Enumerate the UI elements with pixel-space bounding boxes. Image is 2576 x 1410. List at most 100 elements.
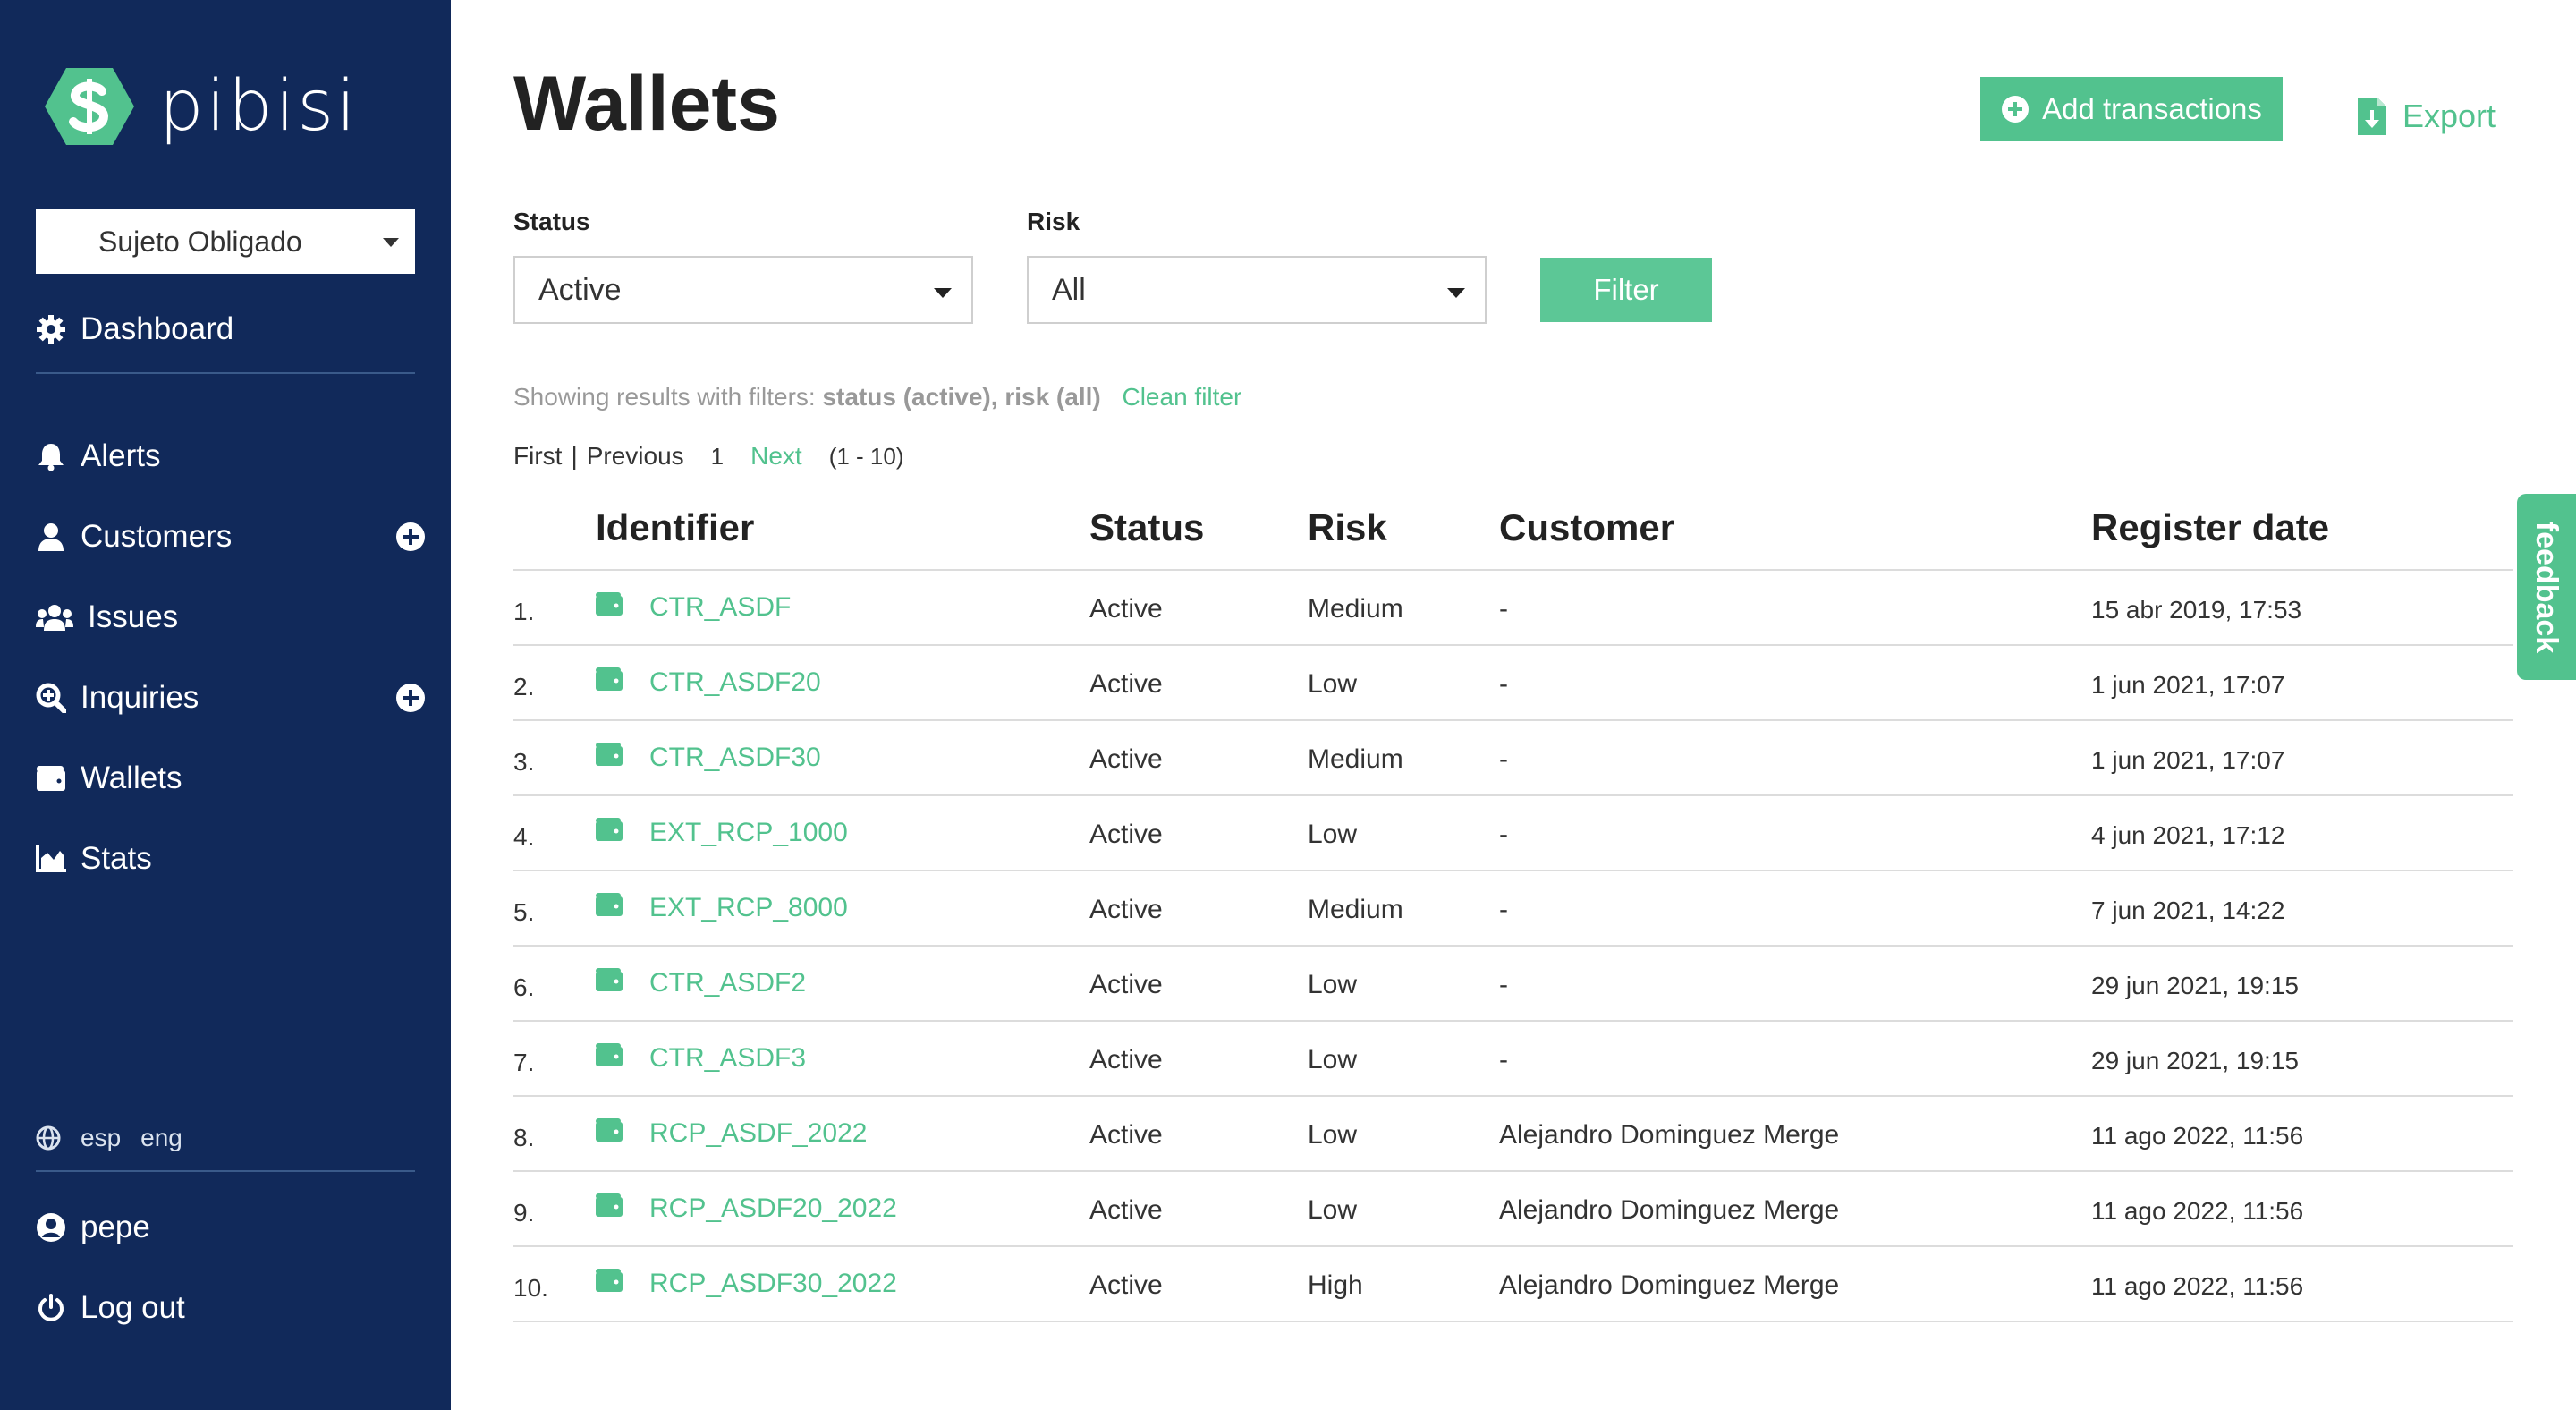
organization-select[interactable]: Sujeto Obligado bbox=[36, 209, 415, 274]
row-number: 4. bbox=[513, 823, 535, 851]
wallet-status: Active bbox=[1089, 1045, 1163, 1074]
chart-area-icon bbox=[36, 844, 66, 874]
pagination-next[interactable]: Next bbox=[750, 442, 802, 471]
table-row: 5. EXT_RCP_8000 Active Medium - 7 jun 2021, 1… bbox=[513, 871, 2513, 947]
sidebar-divider bbox=[36, 1170, 415, 1172]
wallet-customer: - bbox=[1499, 895, 1508, 924]
table-row: 9. RCP_ASDF20_2022 Active Low Alejandro Domi… bbox=[513, 1172, 2513, 1247]
sidebar-item-customers[interactable]: Customers bbox=[36, 510, 232, 564]
wallet-identifier: CTR_ASDF3 bbox=[649, 1043, 807, 1073]
wallet-risk: Medium bbox=[1308, 895, 1403, 924]
table-row: 10. RCP_ASDF30_2022 Active High Alejandro Do… bbox=[513, 1247, 2513, 1322]
status-filter-value: Active bbox=[538, 273, 622, 307]
sidebar-item-stats[interactable]: Stats bbox=[36, 832, 152, 886]
wallet-register-date: 1 jun 2021, 17:07 bbox=[2091, 746, 2285, 774]
add-inquiry-icon[interactable] bbox=[395, 683, 426, 713]
wallet-register-date: 11 ago 2022, 11:56 bbox=[2091, 1122, 2304, 1150]
wallet-icon bbox=[596, 818, 623, 848]
wallet-status: Active bbox=[1089, 669, 1163, 699]
wallet-icon bbox=[596, 1193, 623, 1224]
wallet-identifier-link[interactable]: RCP_ASDF30_2022 bbox=[596, 1269, 897, 1299]
sidebar-divider bbox=[36, 372, 415, 374]
sidebar-item-label: Wallets bbox=[80, 760, 182, 795]
user-name: pepe bbox=[80, 1210, 150, 1244]
wallet-icon bbox=[596, 743, 623, 773]
wallet-status: Active bbox=[1089, 895, 1163, 924]
sidebar-item-alerts[interactable]: Alerts bbox=[36, 429, 160, 483]
sidebar-item-dashboard[interactable]: Dashboard bbox=[36, 302, 233, 356]
pagination-first[interactable]: First bbox=[513, 442, 562, 471]
user-icon bbox=[36, 522, 66, 552]
sidebar-item-user[interactable]: pepe bbox=[36, 1201, 150, 1254]
language-eng[interactable]: eng bbox=[140, 1124, 182, 1152]
plus-circle-icon bbox=[2002, 96, 2029, 123]
wallet-customer: Alejandro Dominguez Merge bbox=[1499, 1120, 1840, 1150]
wallet-identifier: CTR_ASDF20 bbox=[649, 667, 821, 697]
status-filter-select[interactable]: Active bbox=[513, 256, 973, 324]
wallet-identifier-link[interactable]: CTR_ASDF2 bbox=[596, 968, 806, 998]
pagination-previous[interactable]: Previous bbox=[587, 442, 684, 471]
wallet-risk: Low bbox=[1308, 669, 1358, 699]
wallet-icon bbox=[596, 893, 623, 923]
sidebar: pibisi Sujeto Obligado Dashboard Alerts … bbox=[0, 0, 451, 1410]
sidebar-item-label: Customers bbox=[80, 519, 233, 554]
wallet-identifier: CTR_ASDF bbox=[649, 592, 792, 622]
sidebar-item-inquiries[interactable]: Inquiries bbox=[36, 671, 199, 725]
logout-label: Log out bbox=[80, 1290, 185, 1325]
wallet-customer: - bbox=[1499, 594, 1508, 624]
sidebar-item-issues[interactable]: Issues bbox=[36, 590, 178, 644]
table-row: 6. CTR_ASDF2 Active Low - 29 jun 2021, 19:15 bbox=[513, 947, 2513, 1022]
wallet-identifier-link[interactable]: CTR_ASDF20 bbox=[596, 667, 821, 698]
sidebar-item-label: Stats bbox=[80, 841, 152, 876]
wallet-identifier-link[interactable]: EXT_RCP_8000 bbox=[596, 893, 848, 923]
wallet-icon bbox=[596, 1043, 623, 1074]
wallet-identifier: RCP_ASDF30_2022 bbox=[649, 1269, 897, 1298]
export-button[interactable]: Export bbox=[2358, 89, 2496, 143]
column-header-risk: Risk bbox=[1308, 506, 1387, 548]
power-icon bbox=[36, 1293, 66, 1323]
language-esp[interactable]: esp bbox=[80, 1124, 121, 1152]
search-plus-icon bbox=[36, 683, 66, 713]
wallet-status: Active bbox=[1089, 1270, 1163, 1300]
add-customer-icon[interactable] bbox=[395, 522, 426, 552]
row-number: 1. bbox=[513, 598, 535, 625]
wallet-risk: Low bbox=[1308, 1120, 1358, 1150]
sidebar-item-logout[interactable]: Log out bbox=[36, 1281, 185, 1335]
table-row: 7. CTR_ASDF3 Active Low - 29 jun 2021, 19:15 bbox=[513, 1022, 2513, 1097]
wallet-customer: Alejandro Dominguez Merge bbox=[1499, 1270, 1840, 1300]
row-number: 10. bbox=[513, 1274, 548, 1302]
logo[interactable]: pibisi bbox=[43, 66, 359, 147]
feedback-tab[interactable]: feedback bbox=[2517, 494, 2576, 680]
wallet-identifier-link[interactable]: CTR_ASDF3 bbox=[596, 1043, 806, 1074]
clean-filter-link[interactable]: Clean filter bbox=[1122, 383, 1241, 411]
risk-filter-select[interactable]: All bbox=[1027, 256, 1487, 324]
pagination: First | Previous 1 Next (1 - 10) bbox=[513, 442, 904, 471]
add-transactions-button[interactable]: Add transactions bbox=[1980, 77, 2283, 141]
wallet-register-date: 11 ago 2022, 11:56 bbox=[2091, 1272, 2304, 1300]
sidebar-item-wallets[interactable]: Wallets bbox=[36, 752, 182, 805]
wallet-identifier-link[interactable]: CTR_ASDF bbox=[596, 592, 791, 623]
wallet-identifier-link[interactable]: RCP_ASDF_2022 bbox=[596, 1118, 867, 1149]
row-number: 3. bbox=[513, 748, 535, 776]
filter-button[interactable]: Filter bbox=[1540, 258, 1712, 322]
wallet-identifier: EXT_RCP_8000 bbox=[649, 893, 848, 922]
wallet-identifier-link[interactable]: RCP_ASDF20_2022 bbox=[596, 1193, 897, 1224]
column-header-register-date: Register date bbox=[2091, 506, 2330, 548]
table-row: 4. EXT_RCP_1000 Active Low - 4 jun 2021, 17:1… bbox=[513, 796, 2513, 871]
filter-summary-prefix: Showing results with filters: bbox=[513, 383, 816, 411]
wallet-identifier: EXT_RCP_1000 bbox=[649, 818, 848, 847]
risk-filter-value: All bbox=[1052, 273, 1086, 307]
wallet-risk: Low bbox=[1308, 1195, 1358, 1225]
wallet-status: Active bbox=[1089, 1195, 1163, 1225]
row-number: 7. bbox=[513, 1049, 535, 1076]
user-circle-icon bbox=[36, 1212, 66, 1243]
wallet-identifier-link[interactable]: EXT_RCP_1000 bbox=[596, 818, 848, 848]
sidebar-item-label: Alerts bbox=[80, 438, 161, 473]
column-header-customer: Customer bbox=[1499, 506, 1675, 548]
wallet-identifier-link[interactable]: CTR_ASDF30 bbox=[596, 743, 821, 773]
sidebar-item-label: Issues bbox=[88, 599, 179, 634]
wallet-register-date: 1 jun 2021, 17:07 bbox=[2091, 671, 2285, 699]
caret-down-icon bbox=[383, 238, 399, 247]
gear-icon bbox=[36, 314, 66, 344]
sidebar-item-label: Inquiries bbox=[80, 680, 199, 715]
